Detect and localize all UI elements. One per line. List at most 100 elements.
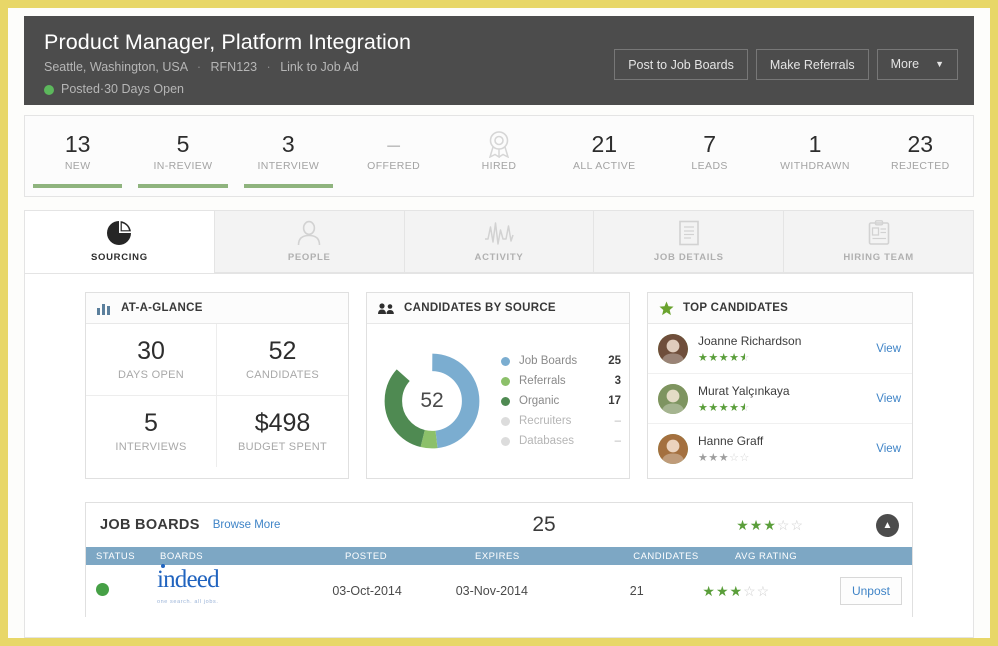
make-referrals-button[interactable]: Make Referrals — [755, 49, 869, 80]
tab-job-details[interactable]: JOB DETAILS — [593, 211, 784, 273]
stat-progress-bar — [243, 184, 333, 188]
status-dot-icon — [44, 84, 54, 95]
job-header: Product Manager, Platform Integration Se… — [24, 16, 974, 105]
job-status-line: Posted · 30 Days Open — [44, 81, 958, 98]
job-boards-section: JOB BOARDS Browse More 25 ★★★☆☆ ▲ STATUS… — [85, 502, 913, 617]
candidate-rating: ★★★☆☆ — [698, 451, 876, 464]
row-action: Unpost — [836, 577, 912, 605]
more-button[interactable]: More ▼ — [876, 49, 958, 80]
star-icon: ★ — [708, 401, 719, 414]
status-dot-icon — [96, 583, 109, 596]
star-icon: ★ — [736, 516, 750, 533]
legend-color-dot — [501, 396, 510, 406]
legend-label: Organic — [519, 395, 560, 407]
legend-label: Databases — [519, 435, 574, 447]
meta-separator: · — [266, 60, 271, 74]
view-candidate-link[interactable]: View — [876, 393, 901, 405]
person-icon — [296, 220, 322, 246]
stat-value: 13 — [64, 131, 91, 157]
stat-progress-bar — [138, 184, 228, 188]
list-item[interactable]: Joanne Richardson★★★★☆★View — [648, 324, 912, 374]
bar-chart-icon — [97, 302, 112, 315]
candidate-info: Murat Yalçınkaya★★★★☆★ — [698, 384, 876, 414]
glance-cell: $498 BUDGET SPENT — [217, 396, 348, 467]
star-icon: ★ — [729, 401, 740, 414]
legend-label: Referrals — [519, 375, 566, 387]
row-status — [86, 583, 153, 599]
table-row: indeed one search. all jobs. 03-Oct-2014 03… — [86, 564, 912, 617]
pulse-icon — [484, 220, 514, 246]
view-candidate-link[interactable]: View — [876, 443, 901, 455]
star-icon — [659, 300, 674, 316]
stat-value: 23 — [907, 131, 934, 157]
stat-withdrawn[interactable]: 1 WITHDRAWN — [762, 116, 867, 196]
stat-offered[interactable]: – OFFERED — [341, 116, 446, 196]
star-icon: ★ — [718, 401, 730, 414]
tab-label: HIRING TEAM — [843, 252, 914, 263]
column-header: EXPIRES — [475, 550, 520, 562]
stat-in-review[interactable]: 5 IN-REVIEW — [130, 116, 235, 196]
candidates-by-source-title: CANDIDATES BY SOURCE — [404, 302, 556, 314]
legend-value: 25 — [608, 355, 621, 367]
pipeline-stats-bar: 13 NEW 5 IN-REVIEW 3 INTERVIEW – OFFERED HIRED 21… — [24, 115, 974, 197]
tab-card: SOURCING PEOPLE ACTIVITY JOB DETAILS HIRING … — [24, 210, 974, 638]
row-avg-rating: ★★★☆☆ — [698, 583, 836, 600]
list-item[interactable]: Hanne Graff ★★★☆☆ View — [648, 424, 912, 474]
star-icon: ☆ — [729, 452, 740, 464]
stat-value: – — [387, 131, 401, 157]
glance-value: 5 — [144, 409, 158, 437]
star-icon: ☆ — [756, 582, 771, 599]
star-half-icon: ☆★ — [739, 401, 750, 414]
stat-hired[interactable]: HIRED — [446, 116, 551, 196]
top-candidates-header: TOP CANDIDATES — [648, 293, 912, 324]
list-item[interactable]: Murat Yalçınkaya★★★★☆★View — [648, 374, 912, 424]
star-icon: ☆ — [790, 516, 804, 533]
stat-interview[interactable]: 3 INTERVIEW — [236, 116, 341, 196]
glance-value: 52 — [268, 337, 297, 365]
donut-legend: Job Boards 25 Referrals 3 Organic 17 Recruiter… — [501, 351, 621, 451]
row-candidates-count: 21 — [629, 584, 644, 598]
tab-hiring-team[interactable]: HIRING TEAM — [783, 211, 973, 273]
tab-label: PEOPLE — [287, 252, 331, 263]
legend-color-dot — [501, 416, 510, 426]
meta-separator: · — [196, 60, 202, 74]
candidate-name: Hanne Graff — [698, 434, 764, 448]
star-icon: ★ — [698, 452, 709, 464]
stat-label: REJECTED — [890, 160, 950, 172]
collapse-section-button[interactable]: ▲ — [876, 513, 899, 537]
stat-leads[interactable]: 7 LEADS — [657, 116, 762, 196]
stat-new[interactable]: 13 NEW — [25, 116, 130, 196]
tab-people[interactable]: PEOPLE — [213, 211, 404, 273]
legend-color-dot — [501, 356, 510, 366]
post-to-job-boards-button[interactable]: Post to Job Boards — [614, 49, 748, 80]
stat-value: 1 — [808, 131, 822, 157]
clipboard-id-icon — [867, 220, 891, 246]
candidate-name: Murat Yalçınkaya — [698, 383, 790, 398]
star-icon: ☆ — [739, 452, 750, 464]
star-icon: ☆ — [776, 516, 791, 533]
at-a-glance-header: AT-A-GLANCE — [86, 293, 348, 324]
tab-sourcing[interactable]: SOURCING — [25, 211, 214, 273]
star-icon: ★ — [718, 452, 730, 464]
job-ad-link[interactable]: Link to Job Ad — [280, 60, 359, 74]
donut-chart-body: 52 Job Boards 25 Referrals 3 Organic 17 Recrui… — [367, 324, 629, 478]
legend-row: Organic 17 — [501, 391, 621, 411]
legend-row: Referrals 3 — [501, 371, 621, 391]
legend-value: 17 — [608, 395, 621, 407]
stat-label: WITHDRAWN — [780, 160, 850, 172]
unpost-button[interactable]: Unpost — [839, 577, 902, 605]
status-badge: Posted — [61, 82, 100, 96]
stat-all-active[interactable]: 21 ALL ACTIVE — [552, 116, 657, 196]
stat-label: INTERVIEW — [257, 160, 320, 172]
stat-label: OFFERED — [367, 160, 421, 172]
stat-rejected[interactable]: 23 REJECTED — [868, 116, 973, 196]
candidates-by-source-header: CANDIDATES BY SOURCE — [367, 293, 629, 324]
tab-activity[interactable]: ACTIVITY — [403, 211, 594, 273]
page-content: Product Manager, Platform Integration Se… — [24, 8, 974, 638]
stat-label: HIRED — [481, 160, 517, 172]
star-icon: ★ — [698, 351, 709, 364]
view-candidate-link[interactable]: View — [876, 343, 901, 355]
header-actions: Post to Job Boards Make Referrals More ▼ — [614, 49, 958, 80]
stat-progress-bar — [33, 184, 123, 188]
column-header: AVG RATING — [735, 550, 798, 562]
